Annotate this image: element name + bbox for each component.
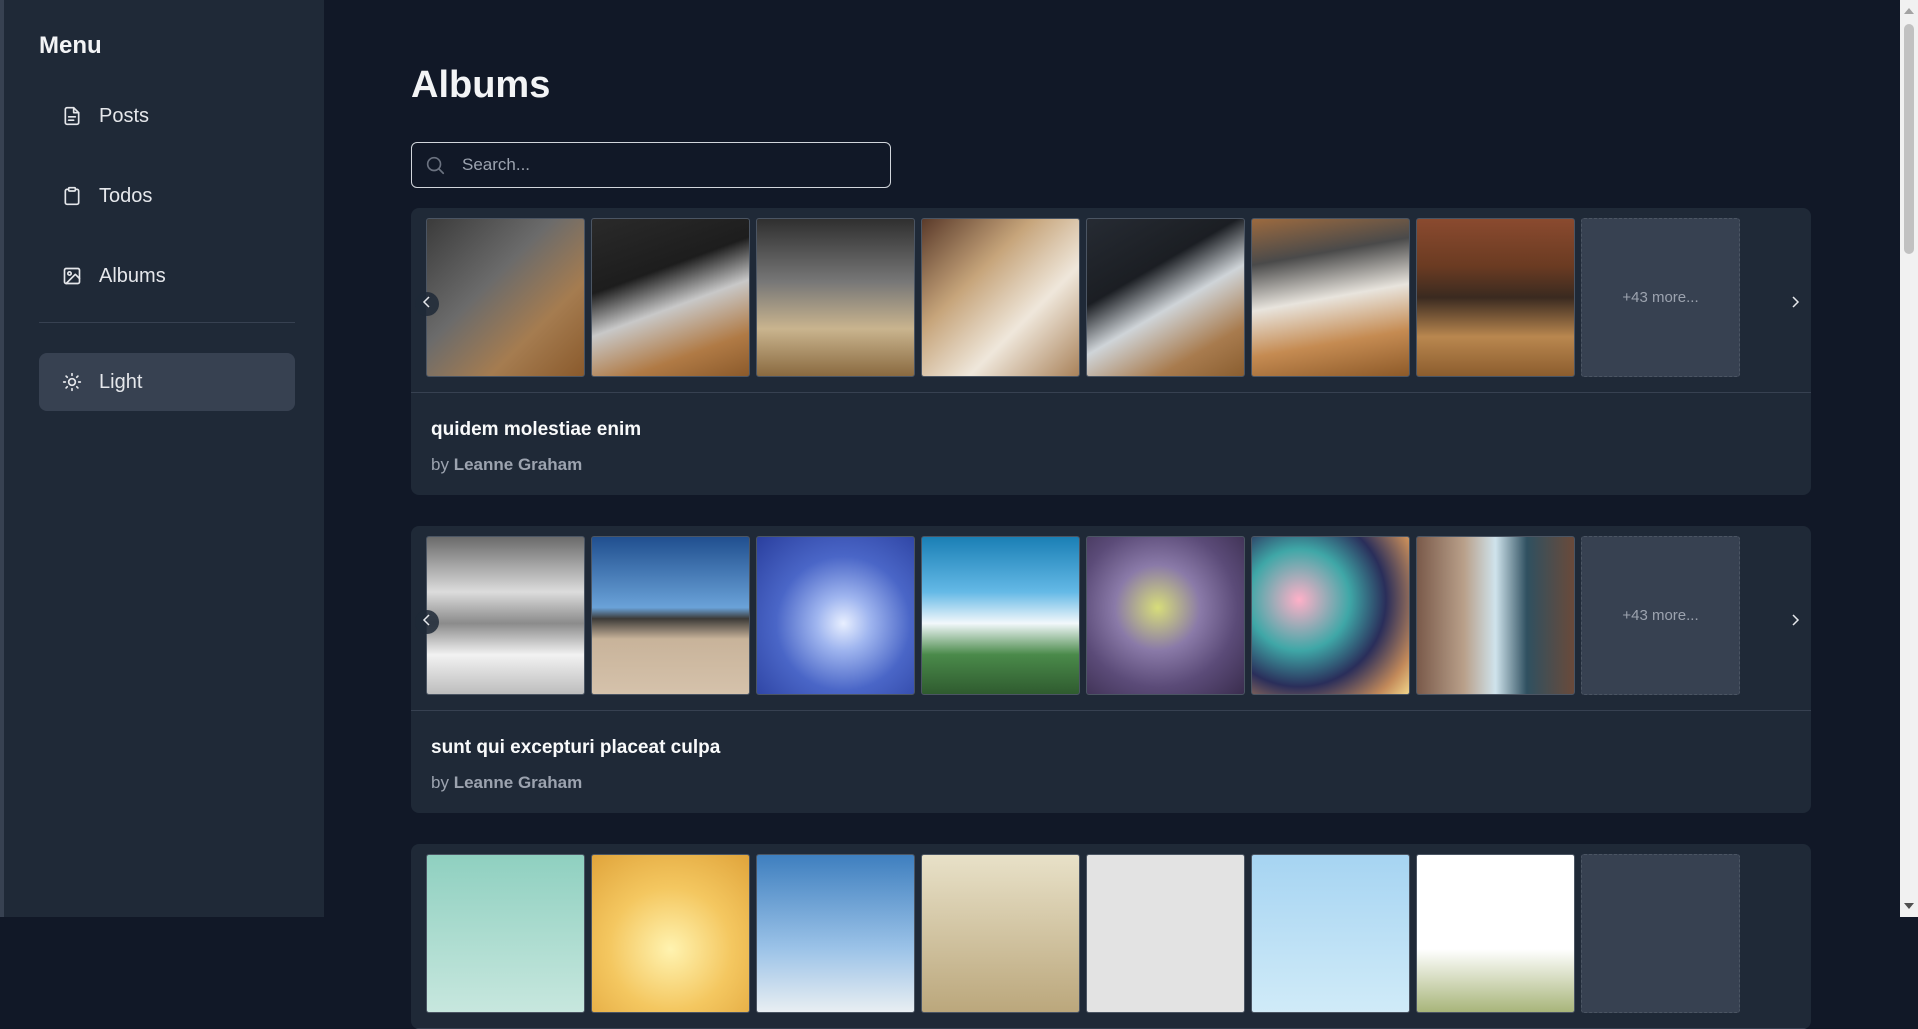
sidebar-item-posts[interactable]: Posts xyxy=(39,90,295,142)
album-card[interactable] xyxy=(411,844,1811,1029)
album-thumbnail[interactable] xyxy=(591,218,750,377)
chevron-left-icon xyxy=(422,613,432,631)
album-thumbnail[interactable] xyxy=(1416,536,1575,695)
main-content: Albums +43 more... quidem molestiae enim xyxy=(411,0,1811,1029)
album-by-prefix: by xyxy=(431,455,449,474)
sidebar-divider xyxy=(39,322,295,323)
album-carousel: +43 more... xyxy=(411,208,1811,393)
search-box[interactable] xyxy=(411,142,891,188)
carousel-prev-button[interactable] xyxy=(415,292,439,316)
page-title: Albums xyxy=(411,64,551,106)
album-thumbnail[interactable] xyxy=(1251,218,1410,377)
album-author[interactable]: Leanne Graham xyxy=(454,773,583,792)
carousel-next-button[interactable] xyxy=(1783,292,1807,316)
chevron-right-icon xyxy=(1790,613,1800,631)
album-thumbnail[interactable] xyxy=(921,536,1080,695)
sun-icon xyxy=(61,371,83,393)
album-title[interactable]: sunt qui excepturi placeat culpa xyxy=(431,737,1791,759)
album-thumbnail[interactable] xyxy=(1086,218,1245,377)
album-author[interactable]: Leanne Graham xyxy=(454,455,583,474)
scrollbar-thumb[interactable] xyxy=(1904,24,1914,254)
album-thumbnail[interactable] xyxy=(426,218,585,377)
search-input[interactable] xyxy=(460,154,878,176)
image-icon xyxy=(61,265,83,287)
search-icon xyxy=(424,153,448,177)
sidebar-item-albums[interactable]: Albums xyxy=(39,250,295,302)
theme-toggle-label: Light xyxy=(99,370,143,393)
album-thumbnail[interactable] xyxy=(426,536,585,695)
clipboard-icon xyxy=(61,185,83,207)
album-thumbnail[interactable] xyxy=(756,218,915,377)
album-info: sunt qui excepturi placeat culpa by Lean… xyxy=(411,711,1811,813)
theme-toggle-button[interactable]: Light xyxy=(39,353,295,411)
album-info: quidem molestiae enim by Leanne Graham xyxy=(411,393,1811,495)
sidebar-item-label: Posts xyxy=(99,104,150,127)
album-by-prefix: by xyxy=(431,773,449,792)
album-title[interactable]: quidem molestiae enim xyxy=(431,419,1791,441)
more-photos-tile[interactable] xyxy=(1581,854,1740,1013)
scroll-up-icon[interactable] xyxy=(1904,8,1914,14)
album-carousel: +43 more... xyxy=(411,526,1811,711)
album-thumbnail[interactable] xyxy=(1086,536,1245,695)
album-thumbnail[interactable] xyxy=(1086,854,1245,1013)
album-thumbnail[interactable] xyxy=(1251,536,1410,695)
album-thumbnail[interactable] xyxy=(1416,854,1575,1013)
menu-title: Menu xyxy=(39,32,102,59)
album-thumbnail[interactable] xyxy=(591,536,750,695)
album-thumbnail[interactable] xyxy=(591,854,750,1013)
carousel-next-button[interactable] xyxy=(1783,610,1807,634)
album-thumbnail[interactable] xyxy=(756,854,915,1013)
album-card[interactable]: +43 more... quidem molestiae enim by Lea… xyxy=(411,208,1811,495)
file-text-icon xyxy=(61,105,83,127)
album-author-line: by Leanne Graham xyxy=(431,455,1791,475)
chevron-right-icon xyxy=(1790,295,1800,313)
album-carousel xyxy=(411,844,1811,1029)
album-thumbnail[interactable] xyxy=(1416,218,1575,377)
sidebar-item-todos[interactable]: Todos xyxy=(39,170,295,222)
album-author-line: by Leanne Graham xyxy=(431,773,1791,793)
album-card[interactable]: +43 more... sunt qui excepturi placeat c… xyxy=(411,526,1811,813)
sidebar: Menu Posts Todos Albums Light xyxy=(0,0,324,917)
chevron-left-icon xyxy=(422,295,432,313)
sidebar-item-label: Todos xyxy=(99,184,153,207)
scroll-down-icon[interactable] xyxy=(1904,903,1914,909)
sidebar-item-label: Albums xyxy=(99,264,166,287)
album-thumbnail[interactable] xyxy=(1251,854,1410,1013)
album-thumbnail[interactable] xyxy=(921,854,1080,1013)
album-thumbnail[interactable] xyxy=(921,218,1080,377)
more-photos-tile[interactable]: +43 more... xyxy=(1581,536,1740,695)
carousel-prev-button[interactable] xyxy=(415,610,439,634)
more-photos-tile[interactable]: +43 more... xyxy=(1581,218,1740,377)
album-thumbnail[interactable] xyxy=(426,854,585,1013)
album-thumbnail[interactable] xyxy=(756,536,915,695)
page-scrollbar[interactable] xyxy=(1900,0,1918,917)
